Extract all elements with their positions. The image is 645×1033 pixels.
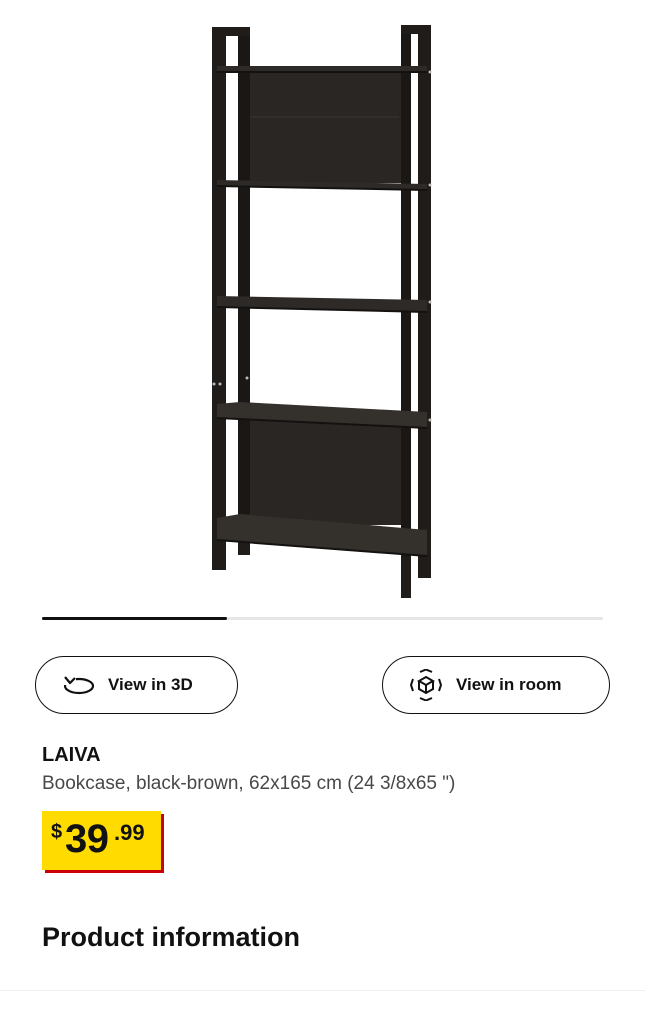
product-image[interactable] — [0, 0, 645, 605]
image-carousel-progress-fill — [42, 617, 228, 620]
product-information-heading[interactable]: Product information — [42, 922, 300, 953]
ar-cube-icon — [410, 669, 442, 701]
price-currency: $ — [51, 821, 63, 843]
product-description: Bookcase, black-brown, 62x165 cm (24 3/8… — [42, 773, 456, 794]
price-decimal: .99 — [114, 820, 145, 845]
rotate-3d-icon — [62, 673, 96, 697]
view-in-room-button[interactable]: View in room — [382, 656, 610, 714]
bookcase-illustration — [212, 25, 432, 598]
section-divider — [0, 990, 645, 991]
product-name[interactable]: LAIVA — [42, 744, 101, 767]
view-in-3d-label: View in 3D — [108, 675, 193, 694]
image-carousel-progress — [42, 617, 603, 620]
view-in-room-label: View in room — [456, 675, 562, 694]
price-integer: 39 — [65, 817, 109, 861]
view-in-3d-button[interactable]: View in 3D — [35, 656, 238, 714]
price-tag: $ 39 .99 — [42, 811, 161, 870]
